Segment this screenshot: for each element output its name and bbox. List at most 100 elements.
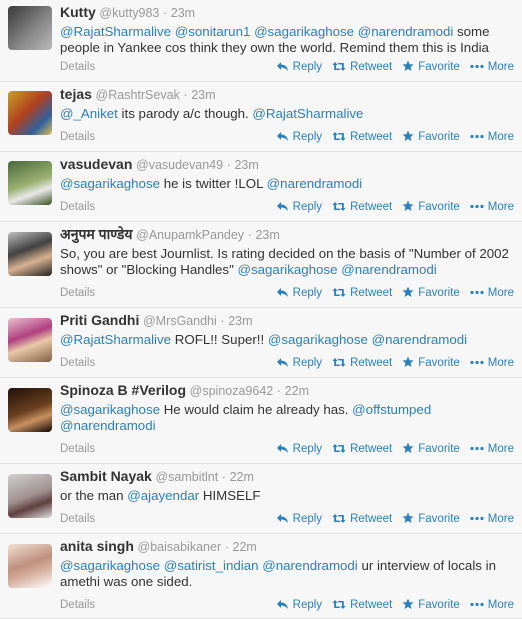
reply-button[interactable]: Reply [276, 285, 322, 301]
avatar[interactable] [8, 232, 52, 276]
tweet-timestamp[interactable]: 23m [255, 228, 279, 242]
mention-link[interactable]: @narendramodi [358, 24, 454, 39]
avatar[interactable] [8, 544, 52, 588]
tweet-item[interactable]: vasudevan @vasudevan49 · 23m @sagarikagho… [0, 152, 522, 222]
mention-link[interactable]: @sagarikaghose [60, 558, 160, 573]
details-link[interactable]: Details [60, 441, 95, 457]
favorite-button[interactable]: Favorite [402, 59, 460, 75]
avatar[interactable] [8, 388, 52, 432]
reply-button[interactable]: Reply [276, 355, 322, 371]
tweet-username[interactable]: @baisabikaner [138, 540, 222, 554]
tweet-item[interactable]: anita singh @baisabikaner · 22m @sagarika… [0, 534, 522, 619]
more-button[interactable]: More [470, 129, 514, 145]
more-button[interactable]: More [470, 59, 514, 75]
tweet-username[interactable]: @RashtrSevak [96, 88, 180, 102]
mention-link[interactable]: @sonitarun1 [175, 24, 251, 39]
mention-link[interactable]: @ajayendar [127, 488, 199, 503]
avatar[interactable] [8, 474, 52, 518]
tweet-fullname[interactable]: Spinoza B #Verilog [60, 382, 186, 398]
tweet-item[interactable]: Kutty @kutty983 · 23m @RajatSharmalive @s… [0, 0, 522, 82]
more-button[interactable]: More [470, 199, 514, 215]
tweet-item[interactable]: Spinoza B #Verilog @spinoza9642 · 22m @sa… [0, 378, 522, 464]
favorite-button[interactable]: Favorite [402, 597, 460, 613]
mention-link[interactable]: @sagarikaghose [254, 24, 354, 39]
tweet-timestamp[interactable]: 22m [285, 384, 309, 398]
retweet-button[interactable]: Retweet [332, 597, 392, 613]
tweet-fullname[interactable]: tejas [60, 86, 92, 102]
details-link[interactable]: Details [60, 59, 95, 75]
tweet-timestamp[interactable]: 22m [230, 470, 254, 484]
mention-link[interactable]: @sagarikaghose [60, 402, 160, 417]
tweet-timestamp[interactable]: 23m [228, 314, 252, 328]
reply-button[interactable]: Reply [276, 199, 322, 215]
tweet-username[interactable]: @spinoza9642 [190, 384, 274, 398]
retweet-button[interactable]: Retweet [332, 59, 392, 75]
tweet-item[interactable]: tejas @RashtrSevak · 23m @_Aniket its par… [0, 82, 522, 152]
details-link[interactable]: Details [60, 129, 95, 145]
retweet-button[interactable]: Retweet [332, 199, 392, 215]
details-link[interactable]: Details [60, 199, 95, 215]
tweet-username[interactable]: @sambitlnt [155, 470, 218, 484]
details-link[interactable]: Details [60, 511, 95, 527]
favorite-button[interactable]: Favorite [402, 355, 460, 371]
favorite-button[interactable]: Favorite [402, 285, 460, 301]
mention-link[interactable]: @sagarikaghose [268, 332, 368, 347]
details-link[interactable]: Details [60, 285, 95, 301]
avatar[interactable] [8, 6, 52, 50]
tweet-username[interactable]: @kutty983 [99, 6, 159, 20]
more-button[interactable]: More [470, 511, 514, 527]
tweet-username[interactable]: @AnupamkPandey [136, 228, 244, 242]
tweet-fullname[interactable]: Sambit Nayak [60, 468, 152, 484]
reply-button[interactable]: Reply [276, 511, 322, 527]
reply-button[interactable]: Reply [276, 597, 322, 613]
tweet-username[interactable]: @vasudevan49 [136, 158, 223, 172]
tweet-fullname[interactable]: Priti Gandhi [60, 312, 139, 328]
retweet-button[interactable]: Retweet [332, 285, 392, 301]
avatar[interactable] [8, 161, 52, 205]
mention-link[interactable]: @RajatSharmalive [60, 24, 171, 39]
mention-link[interactable]: @narendramodi [267, 176, 363, 191]
favorite-button[interactable]: Favorite [402, 511, 460, 527]
tweet-timestamp[interactable]: 23m [171, 6, 195, 20]
reply-button[interactable]: Reply [276, 441, 322, 457]
more-button[interactable]: More [470, 355, 514, 371]
mention-link[interactable]: @_Aniket [60, 106, 118, 121]
tweet-item[interactable]: Priti Gandhi @MrsGandhi · 23m @RajatSharm… [0, 308, 522, 378]
more-button[interactable]: More [470, 441, 514, 457]
details-link[interactable]: Details [60, 355, 95, 371]
tweet-timestamp[interactable]: 22m [233, 540, 257, 554]
mention-link[interactable]: @sagarikaghose [60, 176, 160, 191]
favorite-button[interactable]: Favorite [402, 441, 460, 457]
tweet-fullname[interactable]: अनुपम पाण्डेय [60, 226, 133, 242]
tweet-timestamp[interactable]: 23m [234, 158, 258, 172]
retweet-button[interactable]: Retweet [332, 129, 392, 145]
retweet-button[interactable]: Retweet [332, 511, 392, 527]
more-button[interactable]: More [470, 285, 514, 301]
tweet-fullname[interactable]: anita singh [60, 538, 134, 554]
tweet-item[interactable]: अनुपम पाण्डेय @AnupamkPandey · 23m So, yo… [0, 222, 522, 308]
tweet-username[interactable]: @MrsGandhi [143, 314, 217, 328]
mention-link[interactable]: @RajatSharmalive [252, 106, 363, 121]
mention-link[interactable]: @RajatSharmalive [60, 332, 171, 347]
mention-link[interactable]: @narendramodi [60, 418, 156, 433]
mention-link[interactable]: @offstumped [352, 402, 431, 417]
mention-link[interactable]: @sagarikaghose [238, 262, 338, 277]
reply-button[interactable]: Reply [276, 129, 322, 145]
tweet-item[interactable]: Sambit Nayak @sambitlnt · 22m or the man … [0, 464, 522, 534]
mention-link[interactable]: @narendramodi [262, 558, 358, 573]
avatar[interactable] [8, 91, 52, 135]
mention-link[interactable]: @narendramodi [341, 262, 437, 277]
reply-button[interactable]: Reply [276, 59, 322, 75]
favorite-button[interactable]: Favorite [402, 199, 460, 215]
tweet-fullname[interactable]: Kutty [60, 4, 96, 20]
retweet-button[interactable]: Retweet [332, 441, 392, 457]
avatar[interactable] [8, 318, 52, 362]
retweet-button[interactable]: Retweet [332, 355, 392, 371]
more-button[interactable]: More [470, 597, 514, 613]
tweet-timestamp[interactable]: 23m [191, 88, 215, 102]
mention-link[interactable]: @narendramodi [372, 332, 468, 347]
tweet-fullname[interactable]: vasudevan [60, 156, 132, 172]
favorite-button[interactable]: Favorite [402, 129, 460, 145]
mention-link[interactable]: @satirist_indian [164, 558, 259, 573]
details-link[interactable]: Details [60, 597, 95, 613]
